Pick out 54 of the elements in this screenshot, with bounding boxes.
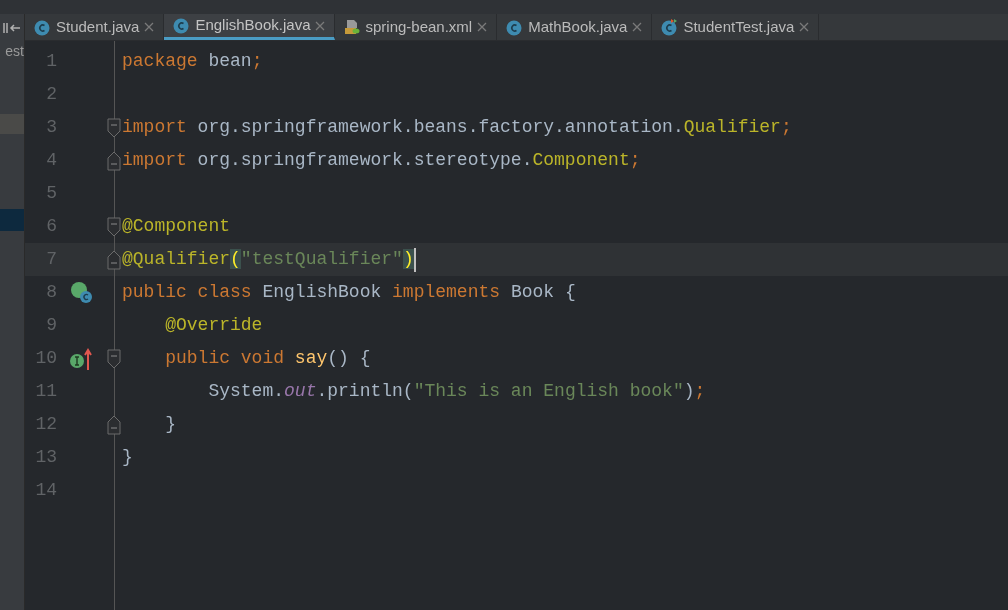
code-line: import org.springframework.beans.factory.annotation.Qualifier;: [122, 116, 792, 139]
code-line: }: [122, 446, 133, 469]
close-icon[interactable]: [632, 22, 643, 32]
fold-icon[interactable]: [107, 348, 121, 369]
tab-label: Student.java: [56, 16, 140, 37]
line-number: 8: [46, 281, 57, 304]
implements-method-icon[interactable]: [69, 346, 95, 371]
code-line: public class EnglishBook implements Book {: [122, 281, 576, 304]
editor-tab[interactable]: EnglishBook.java: [164, 14, 336, 40]
tab-label: spring-bean.xml: [365, 16, 473, 37]
line-number: 13: [35, 446, 57, 469]
code-line: System.out.println("This is an English book");: [207, 380, 706, 403]
xml-file-icon: [344, 19, 361, 35]
fold-icon[interactable]: [107, 117, 121, 138]
text-cursor: [413, 247, 416, 272]
implemented-class-icon[interactable]: [70, 280, 94, 305]
code-line: @Component: [122, 215, 231, 238]
code-line: public void say() {: [164, 347, 371, 370]
line-number: 11: [35, 380, 57, 403]
close-icon[interactable]: [477, 22, 488, 32]
line-number: 14: [35, 479, 57, 502]
fold-icon[interactable]: [107, 249, 121, 270]
fold-icon[interactable]: [107, 216, 121, 237]
line-number: 10: [35, 347, 57, 370]
class-icon: [34, 18, 51, 36]
editor-tab[interactable]: MathBook.java: [497, 14, 653, 40]
fold-icon[interactable]: [107, 150, 121, 171]
code-line: }: [164, 413, 176, 436]
tab-label: MathBook.java: [528, 16, 628, 37]
line-number: 6: [46, 215, 57, 238]
line-number: 4: [46, 149, 57, 172]
editor-tab[interactable]: StudentTest.java: [652, 14, 820, 40]
tab-label: StudentTest.java: [683, 16, 795, 37]
tab-label: EnglishBook.java: [195, 15, 311, 36]
test-class-icon: [661, 18, 679, 36]
close-icon[interactable]: [144, 22, 155, 32]
line-number: 1: [46, 50, 57, 73]
close-icon[interactable]: [799, 22, 810, 32]
line-number: 3: [46, 116, 57, 139]
code-line: import org.springframework.stereotype.Component;: [122, 149, 641, 172]
code-line: @Override: [164, 314, 263, 337]
collapse-icon[interactable]: [3, 21, 21, 34]
line-number: 12: [35, 413, 57, 436]
line-number: 2: [46, 83, 57, 106]
class-icon: [506, 18, 524, 36]
code-line: package bean;: [122, 50, 263, 73]
class-icon: [173, 17, 191, 34]
tree-item-text[interactable]: est: [5, 41, 24, 62]
close-icon[interactable]: [315, 20, 326, 31]
line-number: 9: [46, 314, 57, 337]
fold-icon[interactable]: [107, 414, 121, 435]
line-number: 5: [46, 182, 57, 205]
editor-tab[interactable]: spring-bean.xml: [335, 14, 498, 40]
code-line: @Qualifier("testQualifier"): [122, 248, 414, 271]
